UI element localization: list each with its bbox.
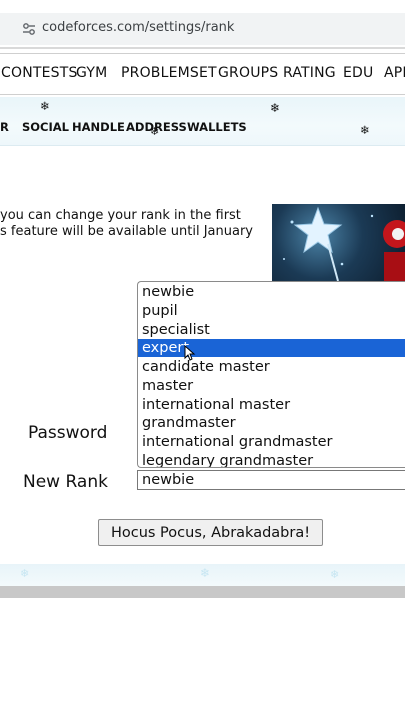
submit-button[interactable]: Hocus Pocus, Abrakadabra! (98, 519, 323, 546)
snowflake-icon: ❄ (40, 99, 50, 113)
new-rank-label: New Rank (23, 472, 108, 492)
rank-info-text: you can change your rank in the first s … (0, 208, 260, 240)
snowflake-icon: ❄ (330, 569, 340, 581)
selected-rank-value: newbie (142, 472, 195, 488)
site-settings-icon[interactable] (22, 22, 36, 36)
nav-gym[interactable]: GYM (76, 65, 107, 81)
star-icon (283, 206, 405, 281)
url-text[interactable]: codeforces.com/settings/rank (42, 20, 234, 35)
address-bar[interactable]: codeforces.com/settings/rank (0, 13, 405, 45)
snowflake-icon: ❄ (270, 101, 281, 115)
option-pupil[interactable]: pupil (138, 302, 405, 320)
snowflake-icon: ❄ (20, 568, 30, 580)
nav-problemset[interactable]: PROBLEMSET (121, 65, 217, 81)
option-master[interactable]: master (138, 377, 405, 395)
christmas-star-image (272, 204, 405, 281)
info-line: s feature will be available until Januar… (0, 224, 253, 239)
nav-groups[interactable]: GROUPS (218, 65, 278, 81)
tab-wallets[interactable]: WALLETS (187, 120, 247, 134)
option-grandmaster[interactable]: grandmaster (138, 414, 405, 432)
option-newbie[interactable]: newbie (138, 283, 405, 301)
settings-tabs: ❄ ❄ ❄ ❄ R SOCIAL HANDLE ADDRESS WALLETS (0, 97, 405, 146)
main-menu: CONTESTS GYM PROBLEMSET GROUPS RATING ED… (0, 53, 405, 95)
option-legendary-grandmaster[interactable]: legendary grandmaster (138, 452, 405, 467)
snow-footer-band: ❄ ❄ ❄ (0, 564, 405, 586)
option-specialist[interactable]: specialist (138, 321, 405, 339)
rank-dropdown-list[interactable]: newbie pupil specialist expert candidate… (137, 281, 405, 468)
info-line: you can change your rank in the first (0, 208, 241, 223)
mouse-cursor-icon (184, 345, 196, 361)
divider (0, 47, 405, 49)
snowflake-icon: ❄ (200, 566, 211, 580)
option-international-grandmaster[interactable]: international grandmaster (138, 433, 405, 451)
option-expert-highlighted[interactable]: expert (138, 339, 405, 357)
nav-edu[interactable]: EDU (343, 65, 373, 81)
tab-handle[interactable]: HANDLE (72, 120, 125, 134)
nav-contests[interactable]: CONTESTS (1, 65, 78, 81)
horizontal-scrollbar[interactable] (0, 586, 405, 598)
tab-social[interactable]: SOCIAL (22, 120, 69, 134)
snowflake-icon: ❄ (360, 123, 370, 137)
nav-api[interactable]: API (384, 65, 405, 81)
nav-rating[interactable]: RATING (283, 65, 336, 81)
new-rank-select[interactable]: newbie (137, 470, 405, 490)
tab-address[interactable]: ADDRESS (126, 120, 187, 134)
password-label: Password (28, 423, 108, 443)
option-candidate-master[interactable]: candidate master (138, 358, 405, 376)
option-international-master[interactable]: international master (138, 396, 405, 414)
tab-partial[interactable]: R (0, 120, 9, 134)
